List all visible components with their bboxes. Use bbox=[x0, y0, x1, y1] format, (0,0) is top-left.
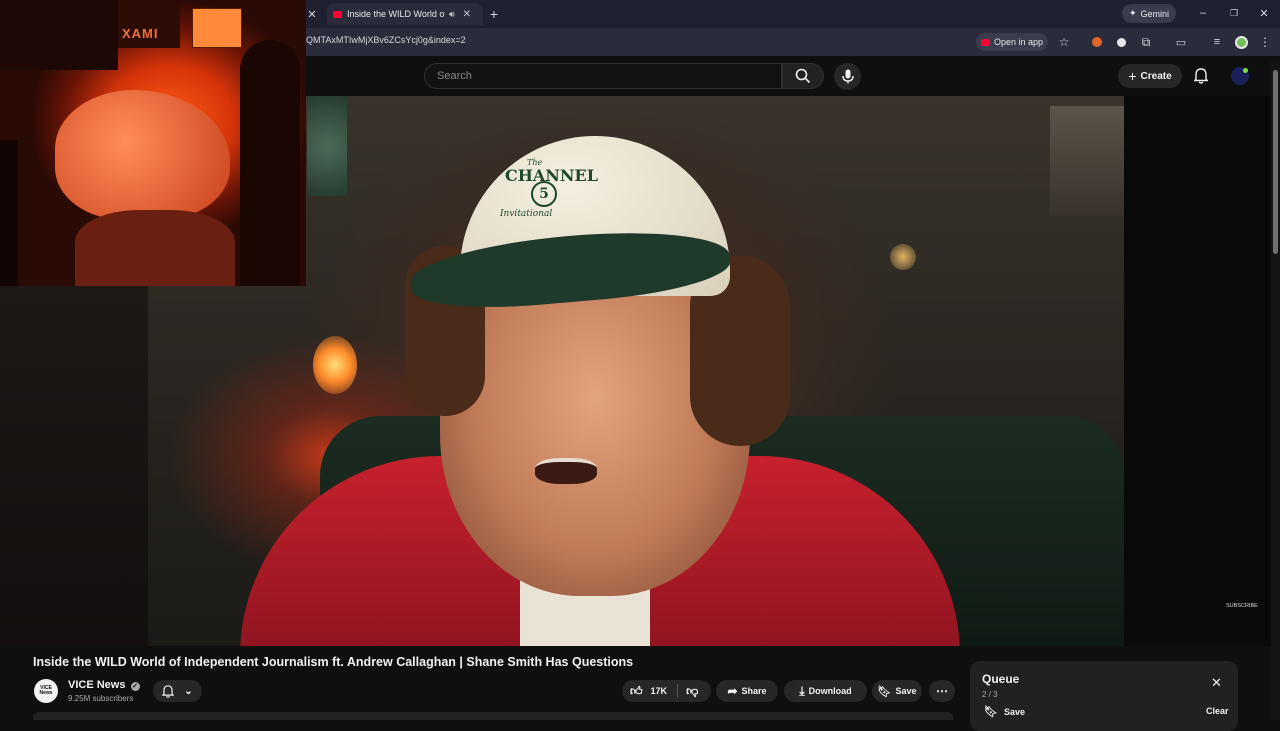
open-in-app-button[interactable]: Open in app bbox=[976, 33, 1048, 51]
open-in-app-label: Open in app bbox=[993, 37, 1044, 47]
cap-text-five: 5 bbox=[531, 181, 557, 207]
like-divider bbox=[677, 684, 679, 698]
download-button[interactable]: ⤓ Download bbox=[784, 680, 867, 702]
video-right-margin bbox=[1124, 96, 1271, 646]
queue-close-icon[interactable]: ✕ bbox=[1211, 675, 1222, 691]
account-avatar[interactable] bbox=[1231, 67, 1249, 85]
background-lamp-light bbox=[313, 336, 357, 394]
queue-panel: Queue 2 / 3 ✕ 🔖︎ Save Clear bbox=[970, 661, 1238, 731]
share-button[interactable]: ➦ Share bbox=[716, 680, 778, 702]
media-controls-icon[interactable]: ≡ bbox=[1209, 34, 1225, 50]
cam-sign-text: XAMI bbox=[122, 26, 159, 41]
cam-plush-body bbox=[75, 210, 235, 286]
search-button[interactable] bbox=[782, 63, 824, 89]
window-close-icon[interactable]: ✕ bbox=[1257, 6, 1271, 20]
share-label: Share bbox=[741, 686, 767, 696]
search-input[interactable]: Search bbox=[424, 63, 782, 89]
tab-title: Inside the WILD World of In bbox=[347, 9, 445, 19]
gemini-button[interactable]: ✦ Gemini bbox=[1122, 4, 1176, 23]
bookmark-star-icon[interactable]: ☆ bbox=[1057, 34, 1071, 50]
queue-position: 2 / 3 bbox=[982, 690, 998, 699]
minimize-icon[interactable]: – bbox=[1196, 6, 1210, 20]
address-url[interactable]: QMTAxMTIwMjXBv6ZCsYcj0g&index=2 bbox=[306, 35, 466, 45]
extensions-puzzle-icon[interactable]: ⧉ bbox=[1138, 34, 1154, 50]
youtube-logo-icon bbox=[980, 38, 990, 46]
profile-avatar-icon[interactable] bbox=[1233, 34, 1249, 50]
create-label: Create bbox=[1140, 70, 1172, 82]
video-title: Inside the WILD World of Independent Jou… bbox=[33, 655, 634, 669]
thumbs-down-icon[interactable]: 👎︎ bbox=[686, 684, 698, 699]
create-button[interactable]: + Create bbox=[1118, 64, 1182, 88]
previous-tab-close-icon[interactable]: ✕ bbox=[307, 7, 317, 21]
restore-icon[interactable]: ❐ bbox=[1227, 6, 1241, 20]
bookmark-icon: 🔖︎ bbox=[984, 706, 998, 718]
cap-text-invitational: Invitational bbox=[500, 209, 553, 219]
account-status-dot bbox=[1243, 68, 1248, 73]
microphone-icon bbox=[841, 69, 854, 84]
plus-icon: + bbox=[1128, 68, 1137, 84]
verified-badge-icon: ✓ bbox=[130, 682, 140, 691]
gemini-sparkle-icon: ✦ bbox=[1128, 8, 1137, 18]
channel-name[interactable]: VICE News ✓ bbox=[68, 679, 140, 691]
browser-tab-active[interactable]: Inside the WILD World of In 🔊︎ ✕ bbox=[327, 3, 483, 25]
background-window-glow bbox=[307, 96, 347, 196]
tab-audio-icon[interactable]: 🔊︎ bbox=[449, 9, 455, 20]
queue-save-button[interactable]: 🔖︎ Save bbox=[984, 705, 1025, 718]
background-shelf bbox=[1050, 106, 1124, 216]
bell-icon bbox=[1194, 68, 1208, 84]
browser-menu-icon[interactable]: ⋮ bbox=[1258, 34, 1272, 50]
cast-icon[interactable]: ▭ bbox=[1173, 34, 1189, 50]
webcam-overlay: XAMI bbox=[0, 0, 306, 286]
cam-wall-frame bbox=[192, 8, 242, 48]
download-icon: ⤓ bbox=[799, 683, 805, 698]
download-label: Download bbox=[808, 686, 852, 696]
cam-plush-head bbox=[55, 90, 230, 220]
queue-save-label: Save bbox=[1003, 706, 1025, 717]
like-count: 17K bbox=[650, 686, 668, 696]
cam-poster-dark bbox=[0, 0, 118, 70]
bell-icon bbox=[162, 684, 175, 698]
new-tab-icon[interactable]: + bbox=[487, 5, 501, 23]
subscribe-watermark[interactable]: SUBSCRIBE bbox=[1226, 603, 1258, 629]
chevron-down-icon: ⌄ bbox=[184, 685, 193, 697]
bookmark-icon: 🔖︎ bbox=[877, 685, 892, 698]
voice-search-button[interactable] bbox=[834, 63, 861, 90]
thumbs-up-icon: 👍︎ bbox=[630, 683, 643, 698]
more-horizontal-icon: ⋯ bbox=[936, 684, 948, 698]
page-scrollbar-track[interactable] bbox=[1271, 60, 1280, 720]
save-label: Save bbox=[895, 686, 917, 696]
subscriber-count: 9.25M subscribers bbox=[68, 694, 134, 703]
cap-text-channel: CHANNEL bbox=[505, 166, 598, 185]
background-lamp-small bbox=[890, 244, 916, 270]
youtube-favicon-icon bbox=[333, 10, 342, 18]
extension-orange-icon[interactable] bbox=[1090, 35, 1104, 49]
channel-avatar[interactable]: VICE News bbox=[34, 679, 58, 703]
gemini-label: Gemini bbox=[1140, 8, 1170, 19]
video-left-dark-panel bbox=[0, 286, 148, 646]
queue-clear-button[interactable]: Clear bbox=[1206, 706, 1229, 716]
description-box[interactable] bbox=[33, 712, 953, 720]
more-actions-button[interactable]: ⋯ bbox=[929, 680, 955, 702]
notifications-bell-button[interactable] bbox=[1192, 67, 1210, 85]
extension-white-icon[interactable] bbox=[1114, 35, 1128, 49]
queue-title: Queue bbox=[982, 672, 1020, 686]
share-arrow-icon: ➦ bbox=[727, 684, 738, 698]
subscribed-notification-button[interactable]: ⌄ bbox=[153, 680, 202, 702]
person-mouth bbox=[535, 458, 597, 484]
cam-left-edge bbox=[0, 140, 18, 286]
save-button[interactable]: 🔖︎ Save bbox=[872, 680, 922, 702]
like-button[interactable]: 👍︎ 17K 👎︎ bbox=[622, 680, 711, 702]
page-scrollbar-thumb[interactable] bbox=[1273, 70, 1278, 254]
tab-close-icon[interactable]: ✕ bbox=[463, 9, 471, 20]
cam-giraffe-silhouette bbox=[240, 40, 300, 286]
search-icon bbox=[795, 68, 811, 84]
